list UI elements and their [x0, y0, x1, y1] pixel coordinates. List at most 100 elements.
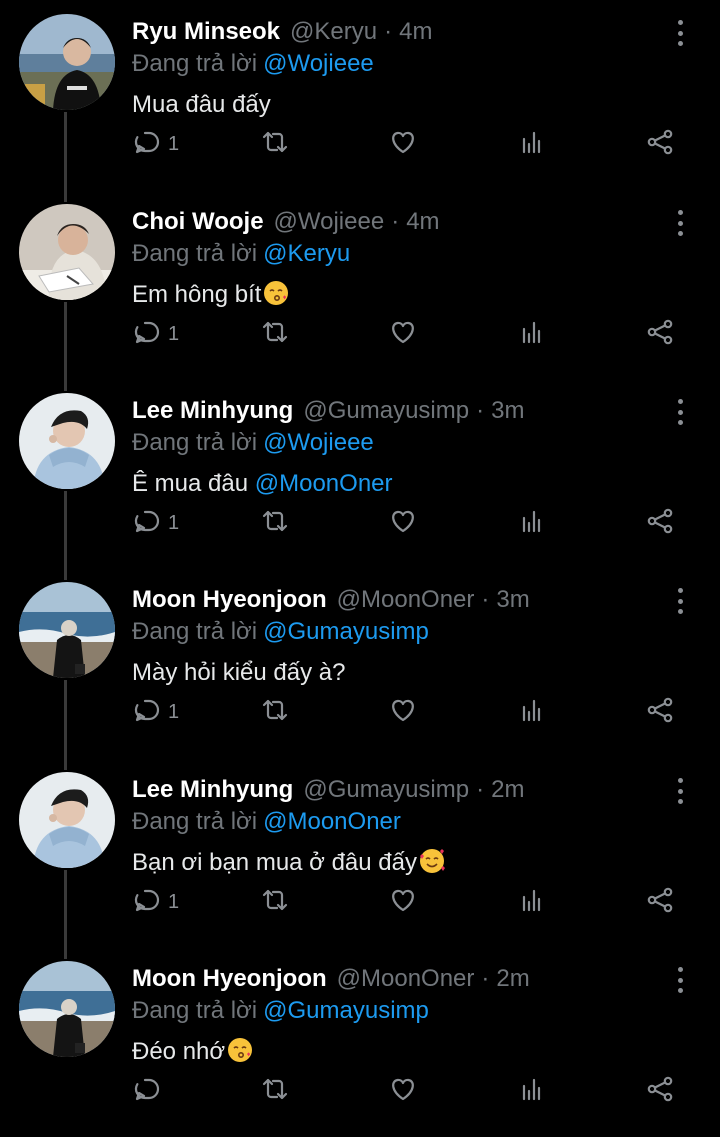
display-name[interactable]: Lee Minhyung	[132, 773, 293, 807]
more-vertical-icon[interactable]	[670, 208, 690, 238]
separator-dot: ·	[384, 18, 393, 45]
retweet-button[interactable]	[260, 505, 290, 541]
display-name[interactable]: Ryu Minseok	[132, 15, 280, 49]
user-handle[interactable]: @MoonOner	[337, 583, 475, 617]
separator-dot: ·	[481, 965, 490, 992]
share-icon	[645, 1074, 675, 1109]
user-handle[interactable]: @Keryu	[290, 15, 377, 49]
like-button[interactable]	[388, 126, 418, 162]
timestamp[interactable]: 4m	[406, 205, 439, 239]
tweet[interactable]: Ryu Minseok @Keryu · 4m Đang trả lời @Woj…	[0, 0, 720, 190]
share-button[interactable]	[645, 505, 675, 541]
replying-to-label: Đang trả lời	[132, 429, 258, 456]
avatar[interactable]	[19, 772, 115, 868]
display-name[interactable]: Moon Hyeonjoon	[132, 962, 327, 996]
stats-button[interactable]	[517, 505, 547, 541]
more-vertical-icon[interactable]	[670, 586, 690, 616]
reply-button[interactable]: 1	[132, 694, 179, 730]
replying-to: Đang trả lời @MoonOner	[132, 805, 401, 839]
retweet-button[interactable]	[260, 884, 290, 920]
like-button[interactable]	[388, 505, 418, 541]
reply-to-mention[interactable]: @Gumayusimp	[263, 618, 429, 645]
action-bar: 1	[0, 505, 720, 541]
stats-button[interactable]	[517, 1073, 547, 1109]
share-button[interactable]	[645, 126, 675, 162]
retweet-button[interactable]	[260, 1073, 290, 1109]
timestamp[interactable]: 3m	[496, 583, 529, 617]
reply-to-mention[interactable]: @Gumayusimp	[263, 997, 429, 1024]
reply-button[interactable]	[132, 1073, 168, 1109]
more-vertical-icon[interactable]	[670, 965, 690, 995]
reply-button[interactable]: 1	[132, 884, 179, 920]
reply-to-mention[interactable]: @MoonOner	[263, 808, 401, 835]
heart-icon	[388, 885, 418, 920]
tweet[interactable]: Lee Minhyung @Gumayusimp · 3m Đang trả l…	[0, 379, 720, 569]
stats-button[interactable]	[517, 316, 547, 352]
tweet-header: Ryu Minseok @Keryu · 4m	[132, 15, 432, 49]
user-handle[interactable]: @Wojieee	[274, 205, 385, 239]
timestamp[interactable]: 2m	[496, 962, 529, 996]
stats-button[interactable]	[517, 694, 547, 730]
tweet-text-content: Em hông bít	[132, 281, 262, 308]
tweet[interactable]: Moon Hyeonjoon @MoonOner · 2m Đang trả l…	[0, 947, 720, 1137]
replying-to-label: Đang trả lời	[132, 240, 258, 267]
avatar[interactable]	[19, 14, 115, 110]
stats-icon	[517, 506, 547, 541]
separator-dot: ·	[476, 776, 485, 803]
share-button[interactable]	[645, 694, 675, 730]
replying-to-label: Đang trả lời	[132, 50, 258, 77]
share-button[interactable]	[645, 884, 675, 920]
avatar[interactable]	[19, 582, 115, 678]
more-vertical-icon[interactable]	[670, 397, 690, 427]
tweet-text: Em hông bít	[132, 278, 290, 312]
tweet-text-content: Đéo nhớ	[132, 1038, 226, 1065]
avatar[interactable]	[19, 961, 115, 1057]
avatar[interactable]	[19, 393, 115, 489]
reply-count: 1	[168, 132, 180, 155]
like-button[interactable]	[388, 884, 418, 920]
user-handle[interactable]: @Gumayusimp	[303, 394, 469, 428]
retweet-button[interactable]	[260, 694, 290, 730]
share-button[interactable]	[645, 1073, 675, 1109]
tweet[interactable]: Lee Minhyung @Gumayusimp · 2m Đang trả l…	[0, 758, 720, 948]
replying-to: Đang trả lời @Keryu	[132, 237, 350, 271]
tweet[interactable]: Choi Wooje @Wojieee · 4m Đang trả lời @Ke…	[0, 190, 720, 380]
stats-button[interactable]	[517, 884, 547, 920]
tweet-text-content: Mày hỏi kiểu đấy à?	[132, 659, 346, 686]
timestamp[interactable]: 4m	[399, 15, 432, 49]
retweet-icon	[260, 317, 290, 352]
reply-button[interactable]: 1	[132, 126, 179, 162]
action-bar: 1	[0, 694, 720, 730]
timestamp[interactable]: 2m	[491, 773, 524, 807]
reply-button[interactable]: 1	[132, 505, 179, 541]
separator-dot: ·	[481, 586, 490, 613]
share-icon	[645, 695, 675, 730]
retweet-button[interactable]	[260, 126, 290, 162]
user-handle[interactable]: @Gumayusimp	[303, 773, 469, 807]
more-vertical-icon[interactable]	[670, 18, 690, 48]
tweet-header: Choi Wooje @Wojieee · 4m	[132, 205, 440, 239]
display-name[interactable]: Lee Minhyung	[132, 394, 293, 428]
like-button[interactable]	[388, 316, 418, 352]
timestamp[interactable]: 3m	[491, 394, 524, 428]
reply-count: 1	[168, 511, 180, 534]
action-bar: 1	[0, 884, 720, 920]
share-button[interactable]	[645, 316, 675, 352]
reply-to-mention[interactable]: @Keryu	[263, 240, 350, 267]
tweet[interactable]: Moon Hyeonjoon @MoonOner · 3m Đang trả l…	[0, 568, 720, 758]
like-button[interactable]	[388, 1073, 418, 1109]
tweet-mention[interactable]: @MoonOner	[255, 470, 393, 497]
more-vertical-icon[interactable]	[670, 776, 690, 806]
avatar[interactable]	[19, 204, 115, 300]
reply-icon	[132, 695, 162, 730]
like-button[interactable]	[388, 694, 418, 730]
display-name[interactable]: Choi Wooje	[132, 205, 264, 239]
tweet-text: Mày hỏi kiểu đấy à?	[132, 656, 345, 690]
stats-button[interactable]	[517, 126, 547, 162]
reply-button[interactable]: 1	[132, 316, 179, 352]
reply-to-mention[interactable]: @Wojieee	[263, 50, 374, 77]
user-handle[interactable]: @MoonOner	[337, 962, 475, 996]
display-name[interactable]: Moon Hyeonjoon	[132, 583, 327, 617]
retweet-button[interactable]	[260, 316, 290, 352]
reply-to-mention[interactable]: @Wojieee	[263, 429, 374, 456]
